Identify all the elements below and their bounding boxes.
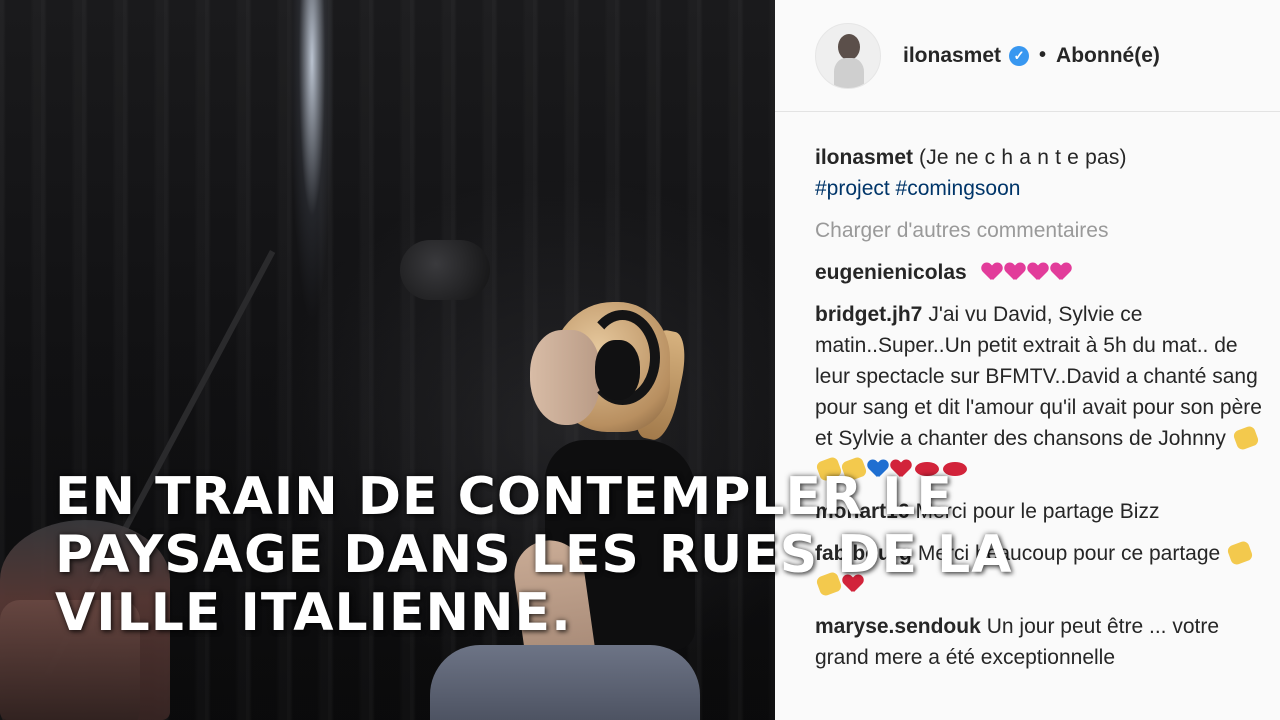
post-header: ilonasmet ✓ • Abonné(e) <box>775 0 1280 112</box>
pink-heart-emoji-group <box>979 261 1071 284</box>
pink-heart-icon <box>1005 263 1025 281</box>
caption-hashtags[interactable]: #project #comingsoon <box>815 173 1275 204</box>
list-item: bridget.jh7 J'ai vu David, Sylvie ce mati… <box>815 299 1275 485</box>
verified-badge-icon: ✓ <box>1009 45 1030 66</box>
list-item: eugenienicolas <box>815 257 1275 288</box>
comment-username[interactable]: eugenienicolas <box>815 261 967 284</box>
pink-heart-icon <box>1051 263 1071 281</box>
caption: ilonasmet (Je ne c h a n t e pas) #projec… <box>815 142 1275 204</box>
separator-dot: • <box>1039 44 1047 66</box>
avatar[interactable] <box>815 22 881 89</box>
caption-text: (Je ne c h a n t e pas) <box>919 146 1127 169</box>
overlay-caption: EN TRAIN DE CONTEMPLER LE PAYSAGE DANS L… <box>55 467 1013 643</box>
pink-heart-icon <box>1028 263 1048 281</box>
load-more-comments-link[interactable]: Charger d'autres commentaires <box>815 215 1275 246</box>
headphone-earcup <box>595 340 640 400</box>
caption-username[interactable]: ilonasmet <box>815 146 913 169</box>
microphone <box>400 240 490 300</box>
comment-username[interactable]: bridget.jh7 <box>815 303 922 326</box>
clap-icon <box>1232 424 1260 452</box>
clap-icon <box>1226 539 1254 567</box>
header-username[interactable]: ilonasmet <box>903 44 1001 68</box>
pink-heart-icon <box>982 263 1002 281</box>
jeans <box>430 645 700 720</box>
follow-status-button[interactable]: Abonné(e) <box>1056 44 1160 68</box>
